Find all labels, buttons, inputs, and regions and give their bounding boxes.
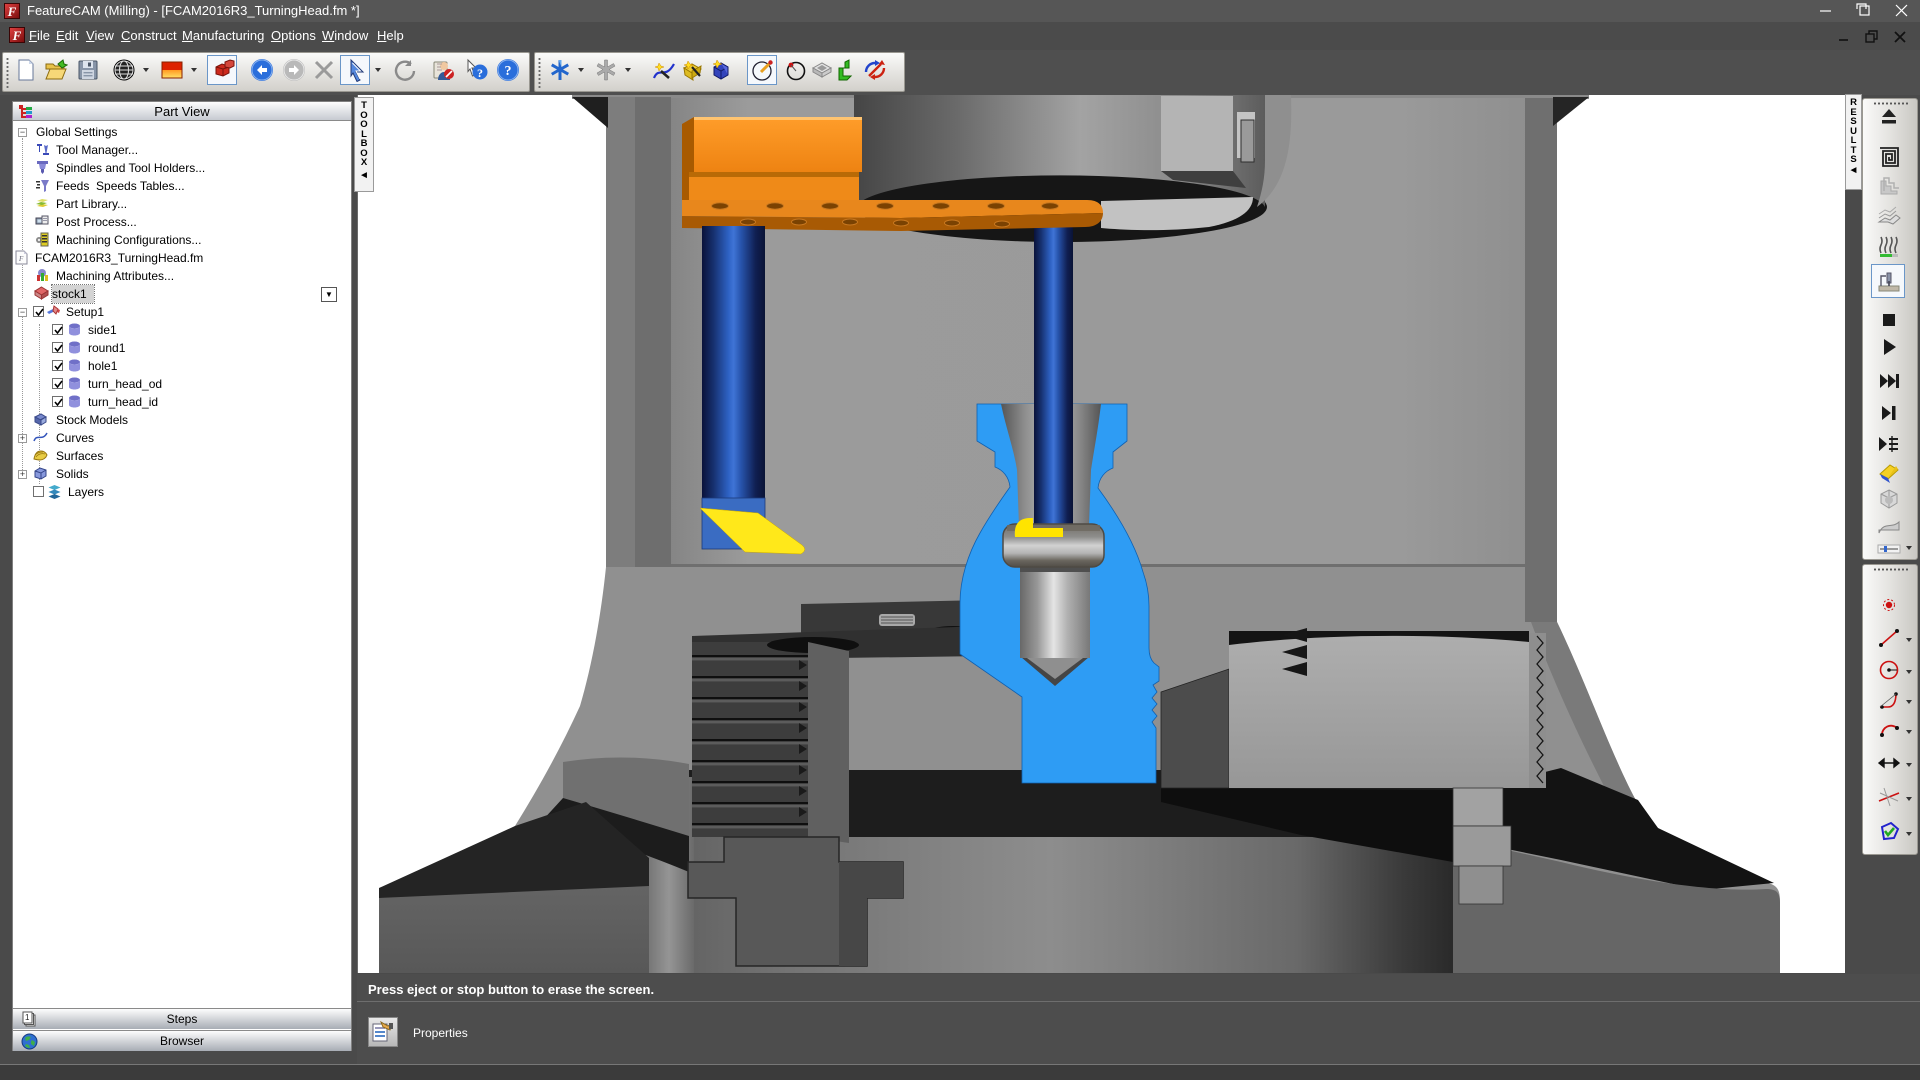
svg-text:1: 1 [25, 1013, 30, 1022]
svg-text:?: ? [505, 64, 512, 79]
svg-text:F: F [18, 255, 24, 263]
svg-text:?: ? [477, 66, 483, 80]
